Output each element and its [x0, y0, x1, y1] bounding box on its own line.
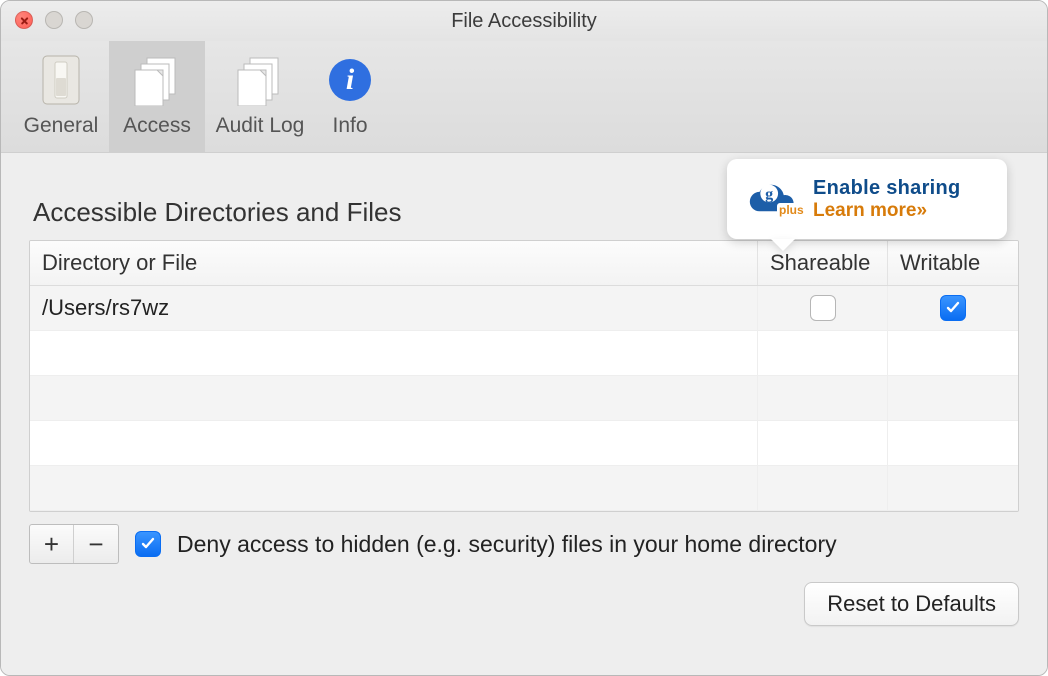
globus-plus-logo: g plus	[739, 173, 801, 225]
add-remove-segment: + −	[29, 524, 119, 564]
tab-label: General	[24, 114, 99, 138]
tab-label: Audit Log	[216, 114, 305, 138]
tab-general[interactable]: General	[13, 40, 109, 152]
table-row	[30, 376, 1018, 421]
svg-text:g: g	[765, 186, 773, 203]
promo-heading: Enable sharing	[813, 177, 961, 200]
promo-link[interactable]: Learn more»	[813, 200, 961, 222]
deny-hidden-label: Deny access to hidden (e.g. security) fi…	[177, 531, 837, 558]
preferences-toolbar: General Access	[1, 41, 1047, 153]
footer: Reset to Defaults	[29, 582, 1019, 626]
svg-text:i: i	[346, 63, 355, 96]
switch-icon	[41, 50, 81, 110]
tab-info[interactable]: i Info	[315, 40, 385, 152]
documents-icon	[131, 50, 183, 110]
column-directory[interactable]: Directory or File	[30, 241, 758, 285]
window-title: File Accessibility	[1, 10, 1047, 33]
writable-checkbox[interactable]	[940, 295, 966, 321]
content-pane: g plus Enable sharing Learn more» Access…	[1, 153, 1047, 676]
window-controls	[15, 11, 93, 29]
sharing-promo[interactable]: g plus Enable sharing Learn more»	[727, 159, 1007, 239]
documents-icon	[234, 50, 286, 110]
tab-label: Access	[123, 114, 191, 138]
preferences-window: File Accessibility General	[0, 0, 1048, 676]
directories-table: Directory or File Shareable Writable /Us…	[29, 240, 1019, 512]
cell-path: /Users/rs7wz	[30, 286, 758, 330]
close-window-button[interactable]	[15, 11, 33, 29]
table-header: Directory or File Shareable Writable	[30, 241, 1018, 286]
column-writable[interactable]: Writable	[888, 241, 1018, 285]
table-row	[30, 466, 1018, 511]
table-row	[30, 331, 1018, 376]
info-icon: i	[327, 50, 373, 110]
tab-label: Info	[332, 114, 367, 138]
remove-button[interactable]: −	[74, 525, 118, 563]
table-row	[30, 421, 1018, 466]
add-button[interactable]: +	[30, 525, 74, 563]
table-row[interactable]: /Users/rs7wz	[30, 286, 1018, 331]
cell-shareable	[758, 286, 888, 330]
table-footer-controls: + − Deny access to hidden (e.g. security…	[29, 524, 1019, 564]
tab-access[interactable]: Access	[109, 40, 205, 152]
tab-audit-log[interactable]: Audit Log	[205, 40, 315, 152]
zoom-window-button[interactable]	[75, 11, 93, 29]
minimize-window-button[interactable]	[45, 11, 63, 29]
cell-writable	[888, 286, 1018, 330]
deny-hidden-checkbox[interactable]	[135, 531, 161, 557]
plus-text: plus	[777, 203, 806, 217]
promo-text: Enable sharing Learn more»	[813, 177, 961, 222]
reset-defaults-button[interactable]: Reset to Defaults	[804, 582, 1019, 626]
table-body: /Users/rs7wz	[30, 286, 1018, 511]
shareable-checkbox[interactable]	[810, 295, 836, 321]
titlebar: File Accessibility	[1, 1, 1047, 41]
